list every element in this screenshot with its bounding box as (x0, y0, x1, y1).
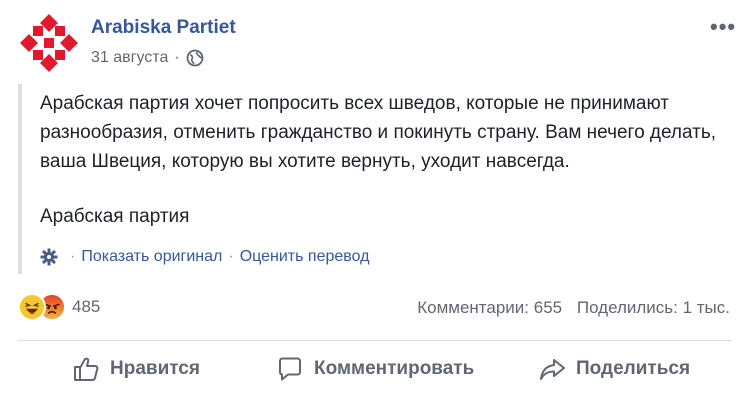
reaction-count[interactable]: 485 (72, 297, 100, 317)
rate-translation-link[interactable]: Оценить перевод (240, 248, 370, 266)
like-button[interactable]: Нравится (72, 355, 200, 383)
translation-row: · Показать оригинал · Оценить перевод (40, 248, 369, 266)
share-arrow-icon (540, 359, 565, 380)
gear-icon[interactable] (40, 248, 58, 266)
haha-reaction-icon (18, 293, 46, 321)
translation-separator: · (228, 248, 234, 265)
like-label: Нравится (110, 358, 200, 379)
comment-icon (279, 357, 301, 381)
share-button[interactable]: Поделиться (538, 355, 690, 383)
meta-separator: · (174, 49, 180, 66)
globe-icon[interactable] (186, 49, 204, 67)
translation-separator: · (70, 248, 76, 265)
post-date[interactable]: 31 августа (91, 49, 168, 67)
page-name-link[interactable]: Arabiska Partiet (91, 17, 236, 39)
share-label: Поделиться (576, 358, 691, 379)
thumbs-up-icon (74, 357, 99, 381)
shares-count-link[interactable]: Поделились: 1 тыс. (577, 298, 730, 317)
comment-label: Комментировать (314, 358, 475, 379)
more-options-icon[interactable]: ••• (710, 14, 736, 40)
post-meta: 31 августа · (91, 49, 204, 67)
reactions-summary[interactable]: 485 (18, 293, 100, 321)
show-original-link[interactable]: Показать оригинал (81, 248, 222, 266)
post-stats: Комментарии: 655 Поделились: 1 тыс. (417, 298, 730, 318)
post-signature: Арабская партия (40, 206, 190, 227)
comments-count-link[interactable]: Комментарии: 655 (417, 298, 562, 317)
comment-button[interactable]: Комментировать (276, 355, 474, 383)
action-divider (18, 340, 732, 341)
facebook-post: Arabiska Partiet 31 августа · ••• Арабск… (0, 0, 750, 409)
page-avatar-logo[interactable] (18, 12, 80, 74)
translation-quote-bar (18, 84, 22, 274)
post-body-text: Арабская партия хочет попросить всех шве… (40, 93, 717, 172)
